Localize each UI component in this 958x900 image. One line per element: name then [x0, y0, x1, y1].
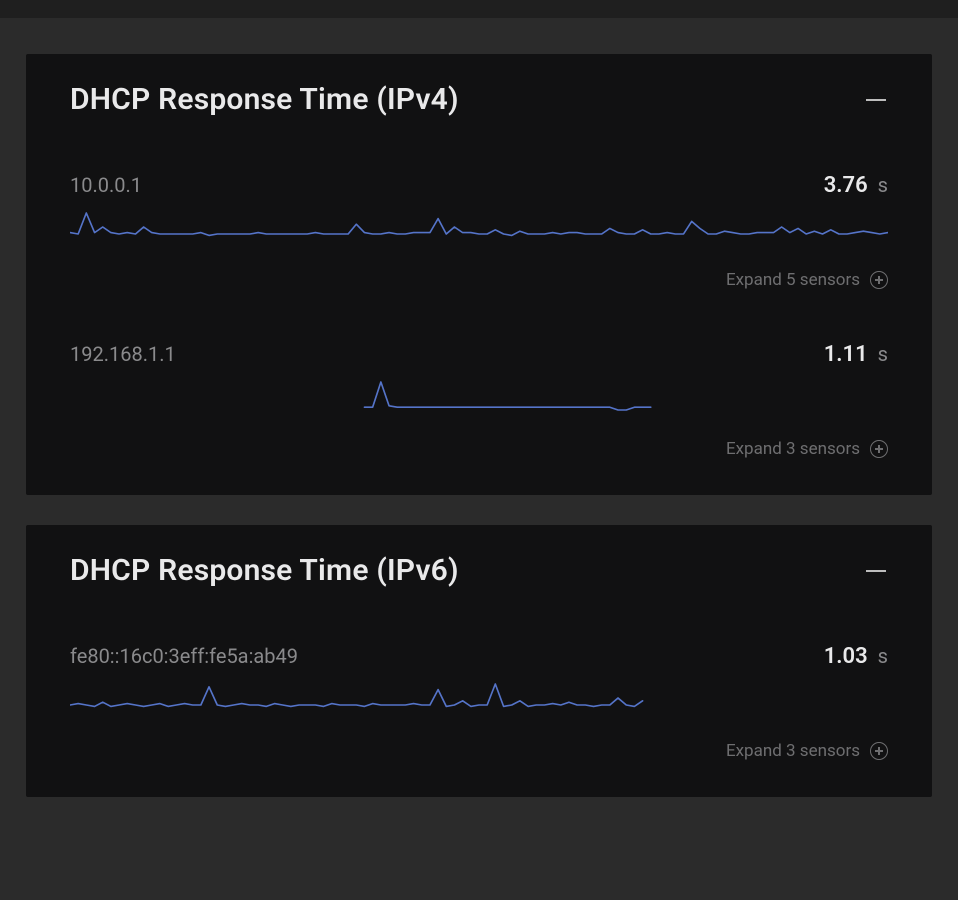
sensor-unit: s	[878, 173, 888, 197]
sensor-row: 10.0.0.1 3.76 s Expand 5 sensors	[70, 173, 888, 290]
sparkline	[70, 683, 888, 713]
top-bar	[0, 0, 958, 18]
card-header: DHCP Response Time (IPv4)	[70, 82, 888, 117]
sensor-unit: s	[878, 342, 888, 366]
sensor-label: 10.0.0.1	[70, 173, 142, 197]
sensor-header: 192.168.1.1 1.11 s	[70, 342, 888, 367]
sensor-label: 192.168.1.1	[70, 342, 176, 366]
plus-circle-icon	[870, 440, 888, 458]
expand-label: Expand 3 sensors	[726, 439, 860, 459]
sparkline	[70, 381, 888, 411]
plus-circle-icon	[870, 271, 888, 289]
sensor-readout: 3.76 s	[824, 173, 888, 198]
card-ipv4: DHCP Response Time (IPv4) 10.0.0.1 3.76 …	[26, 54, 932, 495]
collapse-button[interactable]	[864, 559, 888, 583]
card-title: DHCP Response Time (IPv6)	[70, 553, 459, 588]
sensor-row: 192.168.1.1 1.11 s Expand 3 sensors	[70, 342, 888, 459]
expand-label: Expand 5 sensors	[726, 270, 860, 290]
sparkline	[70, 212, 888, 242]
expand-sensors-button[interactable]: Expand 5 sensors	[70, 270, 888, 290]
plus-circle-icon	[870, 742, 888, 760]
sensor-readout: 1.11 s	[824, 342, 888, 367]
expand-label: Expand 3 sensors	[726, 741, 860, 761]
expand-sensors-button[interactable]: Expand 3 sensors	[70, 741, 888, 761]
sensor-header: 10.0.0.1 3.76 s	[70, 173, 888, 198]
sensor-unit: s	[878, 644, 888, 668]
sensor-header: fe80::16c0:3eff:fe5a:ab49 1.03 s	[70, 644, 888, 669]
sensor-value: 1.11	[824, 342, 868, 367]
sensor-value: 3.76	[824, 173, 868, 198]
sensor-value: 1.03	[824, 644, 868, 669]
card-ipv6: DHCP Response Time (IPv6) fe80::16c0:3ef…	[26, 525, 932, 797]
sensor-row: fe80::16c0:3eff:fe5a:ab49 1.03 s Expand …	[70, 644, 888, 761]
collapse-button[interactable]	[864, 88, 888, 112]
sensor-label: fe80::16c0:3eff:fe5a:ab49	[70, 644, 298, 668]
minus-icon	[866, 570, 886, 572]
card-title: DHCP Response Time (IPv4)	[70, 82, 459, 117]
expand-sensors-button[interactable]: Expand 3 sensors	[70, 439, 888, 459]
content-area: DHCP Response Time (IPv4) 10.0.0.1 3.76 …	[0, 18, 958, 797]
card-header: DHCP Response Time (IPv6)	[70, 553, 888, 588]
minus-icon	[866, 99, 886, 101]
sensor-readout: 1.03 s	[824, 644, 888, 669]
